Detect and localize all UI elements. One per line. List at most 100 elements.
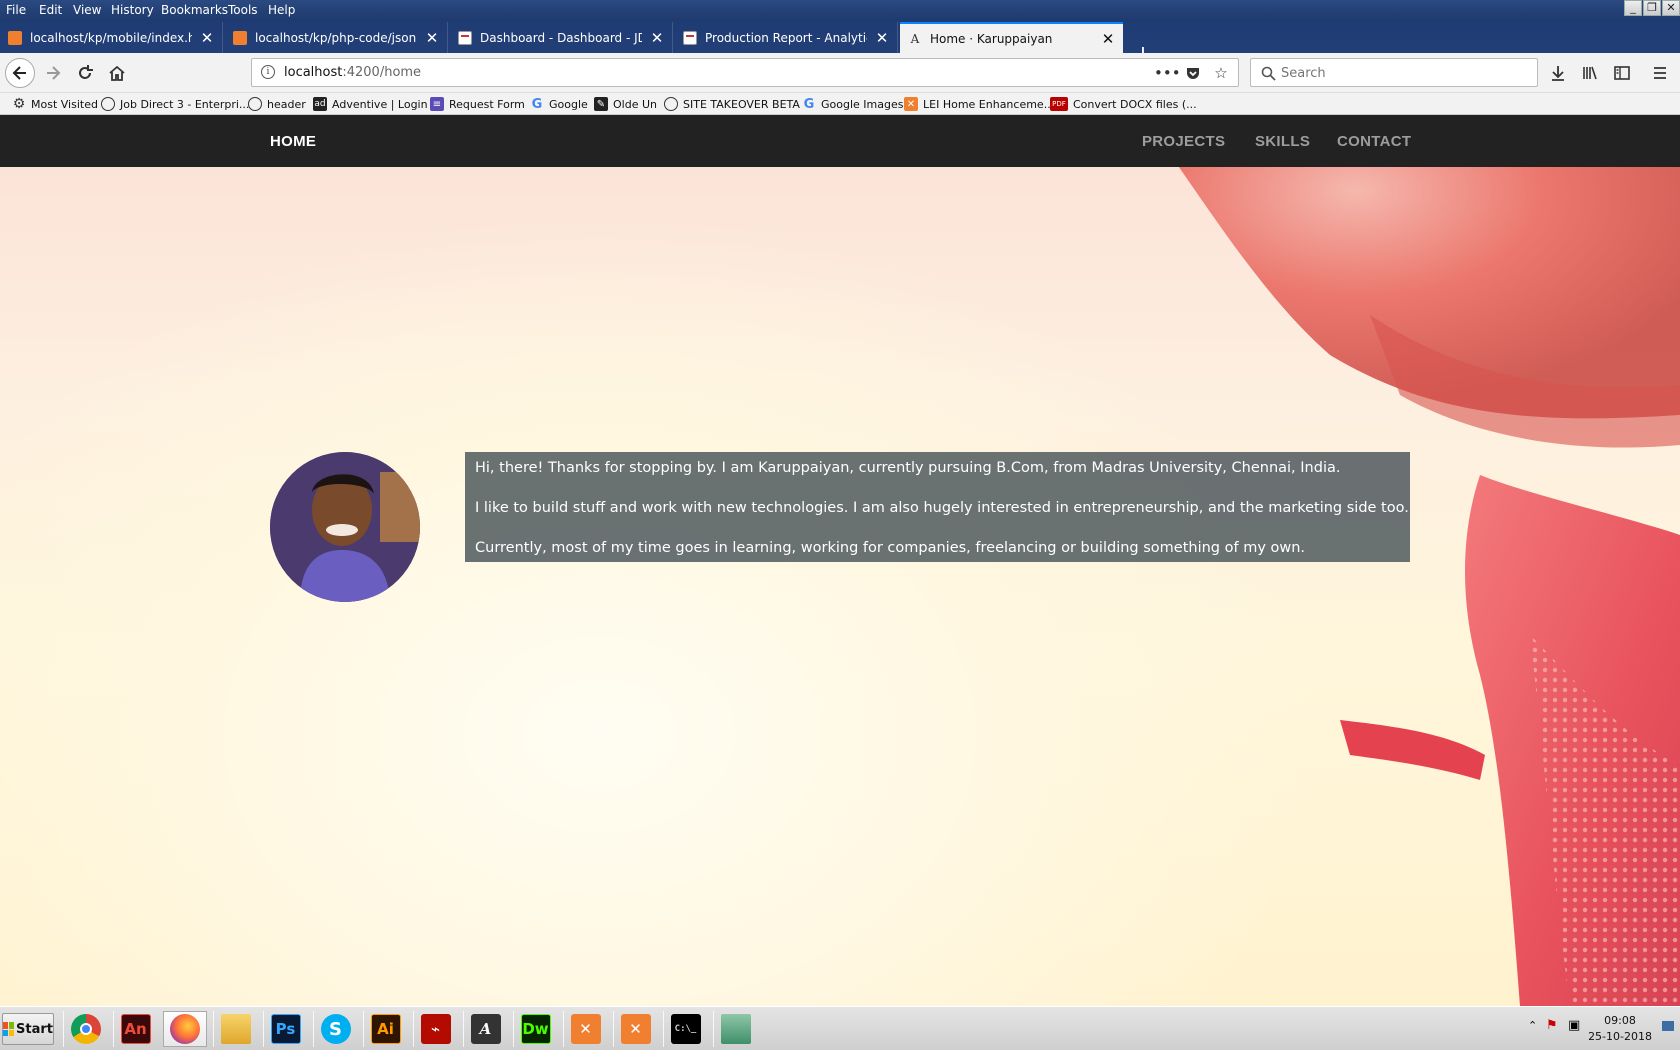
acrobat-icon[interactable]: ⌁ bbox=[413, 1011, 457, 1047]
bookmark-google-images[interactable]: G Google Images bbox=[802, 96, 904, 112]
clock-date: 25-10-2018 bbox=[1588, 1030, 1652, 1043]
dreamweaver-icon[interactable]: Dw bbox=[513, 1011, 557, 1047]
page-actions-icon[interactable]: ••• bbox=[1154, 62, 1181, 84]
flag-notification-icon[interactable]: ⚑ bbox=[1546, 1018, 1558, 1033]
tab-close-icon[interactable]: ✕ bbox=[875, 29, 889, 47]
home-button[interactable] bbox=[103, 59, 131, 87]
skype-icon[interactable]: S bbox=[313, 1011, 357, 1047]
document-icon bbox=[458, 30, 472, 45]
menu-button[interactable] bbox=[1646, 59, 1674, 87]
bookmark-label: Google Images bbox=[821, 97, 904, 111]
menu-help[interactable]: Help bbox=[268, 3, 295, 17]
tab-dashboard[interactable]: Dashboard - Dashboard - JD Work ✕ bbox=[450, 22, 673, 53]
bookmark-label: Google bbox=[549, 97, 588, 111]
back-button[interactable] bbox=[5, 58, 35, 88]
tab-production-report[interactable]: Production Report - Analytics - JD ✕ bbox=[675, 22, 898, 53]
start-label: Start bbox=[16, 1021, 53, 1037]
url-path: :4200/home bbox=[342, 65, 422, 80]
chrome-icon[interactable] bbox=[63, 1011, 107, 1047]
bookmark-star-icon[interactable]: ☆ bbox=[1210, 62, 1232, 84]
command-prompt-icon[interactable]: C:\_ bbox=[663, 1011, 707, 1047]
tab-title: localhost/kp/mobile/index.html bbox=[30, 30, 192, 45]
bookmark-label: Request Form bbox=[449, 97, 525, 111]
tab-close-icon[interactable]: ✕ bbox=[650, 29, 664, 47]
xampp-icon[interactable]: ✕ bbox=[613, 1011, 657, 1047]
site-info-icon[interactable]: i bbox=[261, 65, 275, 79]
tab-close-icon[interactable]: ✕ bbox=[1101, 30, 1115, 48]
font-app-icon[interactable]: A bbox=[463, 1011, 507, 1047]
show-desktop-icon[interactable] bbox=[1662, 1021, 1674, 1031]
menu-tools[interactable]: Tools bbox=[228, 3, 258, 17]
animate-icon[interactable]: An bbox=[113, 1011, 157, 1047]
url-bar[interactable]: i localhost:4200/home ••• ☆ bbox=[251, 58, 1239, 87]
sidebar-button[interactable] bbox=[1608, 59, 1636, 87]
menu-history[interactable]: History bbox=[111, 3, 154, 17]
monitor-icon[interactable]: ▣ bbox=[1568, 1018, 1580, 1033]
bookmark-olde-un[interactable]: ✎ Olde Un bbox=[594, 96, 657, 112]
forward-button[interactable] bbox=[39, 59, 67, 87]
illustrator-icon[interactable]: Ai bbox=[363, 1011, 407, 1047]
forward-arrow-icon bbox=[47, 66, 61, 80]
google-icon: G bbox=[803, 96, 815, 112]
windows-logo-icon bbox=[3, 1022, 15, 1036]
downloads-button[interactable] bbox=[1544, 59, 1572, 87]
nav-projects-link[interactable]: PROJECTS bbox=[1142, 133, 1225, 150]
bookmark-label: Olde Un bbox=[613, 97, 657, 111]
reload-button[interactable] bbox=[71, 59, 99, 87]
photoshop-icon[interactable]: Ps bbox=[263, 1011, 307, 1047]
tab-home-karuppaiyan[interactable]: A Home · Karuppaiyan ✕ bbox=[900, 22, 1123, 53]
bookmark-convert-docx[interactable]: PDF Convert DOCX files (... bbox=[1050, 96, 1197, 112]
bookmark-request-form[interactable]: ≡ Request Form bbox=[430, 96, 525, 112]
menu-view[interactable]: View bbox=[73, 3, 101, 17]
bookmark-job-direct[interactable]: Job Direct 3 - Enterpri... bbox=[101, 96, 249, 112]
sidebar-icon bbox=[1614, 66, 1630, 80]
library-button[interactable] bbox=[1576, 59, 1604, 87]
bookmark-google[interactable]: G Google bbox=[530, 96, 588, 112]
about-current-paragraph: Currently, most of my time goes in learn… bbox=[475, 540, 1306, 556]
nav-home-link[interactable]: HOME bbox=[270, 133, 316, 150]
network-icon[interactable] bbox=[713, 1011, 757, 1047]
letter-a-icon: A bbox=[910, 31, 920, 46]
nav-skills-link[interactable]: SKILLS bbox=[1255, 133, 1310, 150]
search-box[interactable] bbox=[1250, 58, 1538, 87]
tab-close-icon[interactable]: ✕ bbox=[200, 29, 214, 47]
menu-file[interactable]: File bbox=[6, 3, 26, 17]
menu-edit[interactable]: Edit bbox=[39, 3, 62, 17]
clock[interactable]: 09:08 25-10-2018 bbox=[1588, 1013, 1652, 1045]
download-icon bbox=[1552, 66, 1564, 81]
chevron-up-icon[interactable]: ⌃ bbox=[1528, 1019, 1537, 1032]
bookmark-label: Adventive | Login bbox=[332, 97, 428, 111]
menu-bookmarks[interactable]: Bookmarks bbox=[161, 3, 228, 17]
bookmark-label: Job Direct 3 - Enterpri... bbox=[120, 97, 250, 111]
xampp-icon[interactable]: ✕ bbox=[563, 1011, 607, 1047]
nav-contact-link[interactable]: CONTACT bbox=[1337, 133, 1411, 150]
bookmark-site-takeover[interactable]: SITE TAKEOVER BETA bbox=[664, 96, 800, 112]
home-icon bbox=[109, 65, 125, 81]
url-text[interactable]: localhost:4200/home bbox=[284, 65, 421, 80]
search-input[interactable] bbox=[1281, 63, 1521, 83]
bookmark-lei-home[interactable]: ✕ LEI Home Enhanceme... bbox=[904, 96, 1054, 112]
library-icon bbox=[1583, 66, 1597, 80]
pocket-icon[interactable] bbox=[1182, 62, 1204, 84]
windows-taskbar: Start An Ps S Ai ⌁ A Dw ✕ ✕ C:\_ ⌃ ⚑ ▣ 0… bbox=[0, 1006, 1680, 1050]
hamburger-menu-icon bbox=[1654, 67, 1666, 79]
bookmark-header[interactable]: header bbox=[248, 96, 306, 112]
globe-icon bbox=[664, 97, 678, 111]
bookmark-most-visited[interactable]: ⚙ Most Visited bbox=[12, 96, 98, 112]
firefox-icon[interactable] bbox=[163, 1011, 207, 1047]
form-icon: ≡ bbox=[430, 97, 444, 111]
bookmark-adventive[interactable]: ad Adventive | Login bbox=[313, 96, 428, 112]
about-text-box: Hi, there! Thanks for stopping by. I am … bbox=[465, 452, 1410, 562]
close-window-button[interactable]: ✕ bbox=[1662, 0, 1680, 16]
restore-button[interactable]: ❐ bbox=[1643, 0, 1661, 16]
tab-mobile-index[interactable]: localhost/kp/mobile/index.html ✕ bbox=[0, 22, 223, 53]
start-button[interactable]: Start bbox=[2, 1013, 54, 1045]
tab-title: Production Report - Analytics - JD bbox=[705, 30, 867, 45]
minimize-button[interactable]: _ bbox=[1624, 0, 1642, 16]
about-intro-paragraph: Hi, there! Thanks for stopping by. I am … bbox=[475, 460, 1341, 476]
tab-close-icon[interactable]: ✕ bbox=[425, 29, 439, 47]
site-navbar: HOME PROJECTS SKILLS CONTACT bbox=[0, 115, 1680, 167]
tab-json-php[interactable]: localhost/kp/php-code/json.php ✕ bbox=[225, 22, 448, 53]
profile-photo bbox=[270, 452, 420, 602]
file-explorer-icon[interactable] bbox=[213, 1011, 257, 1047]
